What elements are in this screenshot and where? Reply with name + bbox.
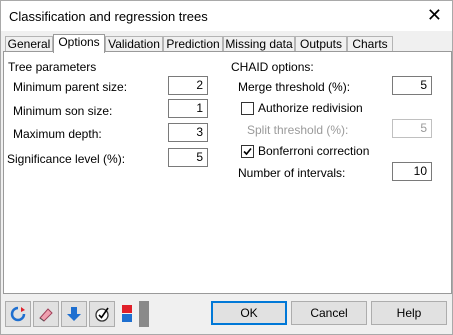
title-bar: Classification and regression trees ✕ [1, 1, 452, 31]
bonferroni-correction-checkbox[interactable] [241, 145, 254, 158]
check-tool-icon [95, 307, 109, 322]
help-button[interactable]: Help [371, 301, 447, 325]
authorize-redivision-label: Authorize redivision [258, 101, 363, 115]
number-of-intervals-label: Number of intervals: [238, 166, 346, 180]
tab-prediction[interactable]: Prediction [163, 36, 223, 52]
eraser-button[interactable] [33, 301, 59, 327]
check-tool-button[interactable] [89, 301, 115, 327]
min-son-size-field[interactable]: 1 [168, 99, 208, 118]
tab-validation[interactable]: Validation [105, 36, 163, 52]
min-son-size-label: Minimum son size: [13, 104, 113, 118]
cancel-button[interactable]: Cancel [291, 301, 367, 325]
reset-button[interactable] [5, 301, 31, 327]
panel-toggle[interactable] [139, 301, 149, 327]
tab-options[interactable]: Options [53, 34, 105, 53]
max-depth-field[interactable]: 3 [168, 123, 208, 142]
close-icon[interactable]: ✕ [427, 5, 442, 25]
window-title: Classification and regression trees [9, 9, 208, 24]
ok-button[interactable]: OK [211, 301, 287, 325]
tab-charts[interactable]: Charts [347, 36, 393, 52]
split-threshold-label: Split threshold (%): [247, 123, 349, 137]
tab-general[interactable]: General [5, 36, 53, 52]
options-panel: Tree parameters Minimum parent size: 2 M… [3, 51, 452, 294]
chaid-options-heading: CHAID options: [231, 60, 314, 74]
dialog-window: Classification and regression trees ✕ Ge… [0, 0, 453, 335]
reset-icon [10, 306, 26, 322]
max-depth-label: Maximum depth: [13, 127, 102, 141]
download-arrow-icon [67, 307, 81, 321]
tree-parameters-heading: Tree parameters [8, 60, 97, 74]
flag-button[interactable] [117, 301, 139, 327]
flag-icon [122, 305, 132, 322]
min-parent-size-field[interactable]: 2 [168, 76, 208, 95]
authorize-redivision-checkbox[interactable] [241, 102, 254, 115]
number-of-intervals-field[interactable]: 10 [392, 162, 432, 181]
checkmark-icon [243, 147, 252, 156]
significance-level-field[interactable]: 5 [168, 148, 208, 167]
min-parent-size-label: Minimum parent size: [13, 80, 128, 94]
download-button[interactable] [61, 301, 87, 327]
eraser-icon [39, 308, 53, 322]
merge-threshold-label: Merge threshold (%): [238, 80, 351, 94]
split-threshold-field[interactable]: 5 [392, 119, 432, 138]
tab-outputs[interactable]: Outputs [295, 36, 347, 52]
significance-level-label: Significance level (%): [7, 152, 126, 166]
bonferroni-correction-label: Bonferroni correction [258, 144, 370, 158]
merge-threshold-field[interactable]: 5 [392, 76, 432, 95]
tab-missing-data[interactable]: Missing data [223, 36, 295, 52]
